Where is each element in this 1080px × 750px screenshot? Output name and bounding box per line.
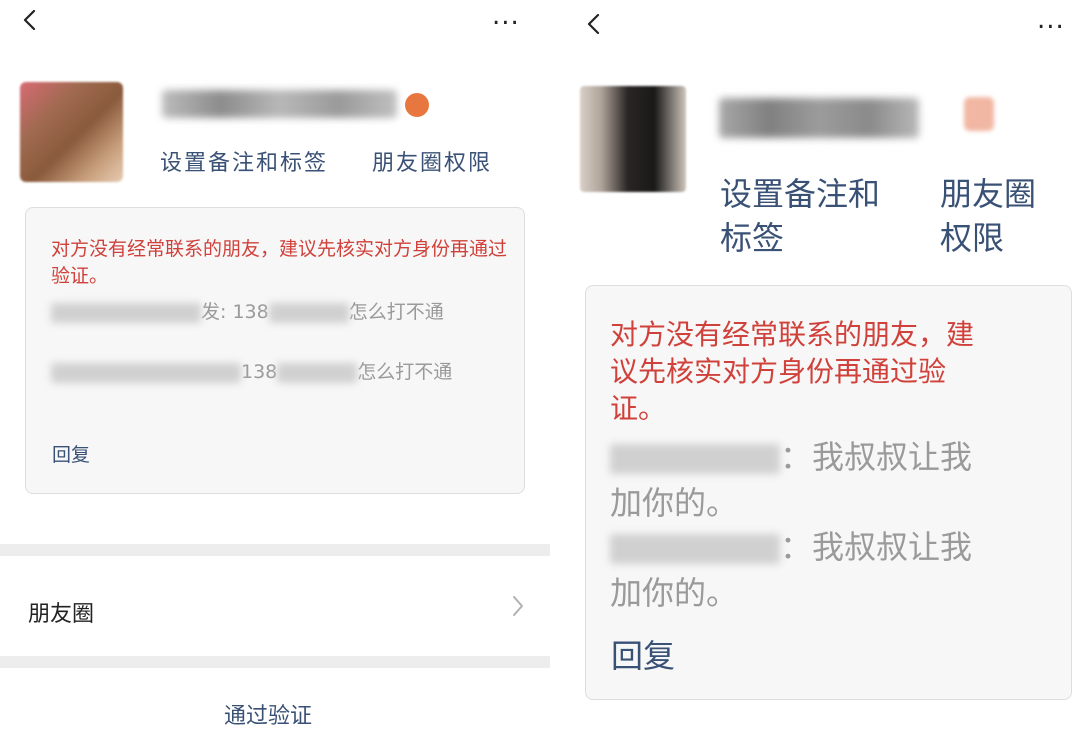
panel-gap [550,0,572,750]
blurred-phone [268,302,349,323]
set-remark-line: 设置备注和 [720,175,881,213]
blurred-nickname [162,90,397,118]
reply-link[interactable]: 回复 [611,631,675,677]
set-remark-link[interactable]: 设置备注和标签 [160,145,328,177]
message-text: ：我叔叔让我 [780,438,973,476]
verification-card: 对方没有经常联系的朋友，建议先核实对方身份再通过验证。 发: 138 怎么打不通 … [25,207,525,494]
moments-permission-link[interactable]: 朋友圈权限 [372,145,492,177]
message-text: ：我叔叔让我 [780,528,973,566]
reply-link[interactable]: 回复 [52,440,90,467]
moments-permission-line: 权限 [940,219,1005,257]
pass-verification-label: 通过验证 [224,704,313,729]
moments-permission-link[interactable]: 朋友圈 权限 [940,172,1036,260]
warning-text: 对方没有经常联系的朋友，建议先核实对方身份再通过验证。 [51,238,508,287]
more-options-icon[interactable]: ... [1037,7,1065,33]
verification-message: ：我叔叔让我 加你的。 [610,524,972,616]
chevron-right-icon [513,596,523,616]
message-text: 怎么打不通 [348,301,444,323]
section-divider [0,656,550,668]
gender-icon [964,97,994,131]
verification-message: 发: 138 怎么打不通 [51,296,501,328]
blurred-phone [277,362,358,383]
more-options-icon[interactable]: ... [492,3,520,29]
message-phone-prefix: 138 [241,361,278,383]
set-remark-link[interactable]: 设置备注和 标签 [720,172,880,260]
verification-message: ：我叔叔让我 加你的。 [610,434,972,526]
blurred-sender [51,362,241,383]
section-divider [0,544,550,556]
blurred-nickname [719,98,919,138]
warning-line: 议先核实对方身份再通过验 [610,355,947,388]
back-arrow-icon[interactable] [584,14,604,34]
verification-card: 对方没有经常联系的朋友，建 议先核实对方身份再通过验 证。 ：我叔叔让我 加你的… [585,285,1072,700]
warning-line: 证。 [610,392,667,425]
message-phone-prefix: 发: 138 [201,301,269,323]
blurred-sender [610,534,780,564]
moments-label: 朋友圈 [28,602,95,627]
gender-icon [405,93,429,117]
right-screenshot-panel: ... 设置备注和 标签 朋友圈 权限 对方没有经常联系的朋友，建 议先核实对方… [572,0,1080,750]
avatar[interactable] [20,82,123,182]
moments-permission-line: 朋友圈 [940,175,1037,213]
message-text: 加你的。 [610,484,739,522]
message-text: 加你的。 [610,574,739,612]
pass-verification-button[interactable]: 通过验证 [0,668,550,750]
message-text: 怎么打不通 [357,361,453,383]
warning-text: 对方没有经常联系的朋友，建 议先核实对方身份再通过验 证。 [610,316,974,427]
blurred-sender [610,444,780,474]
verification-message: 138 怎么打不通 [51,356,501,388]
left-screenshot-panel: ... 设置备注和标签 朋友圈权限 对方没有经常联系的朋友，建议先核实对方身份再… [0,0,550,750]
warning-line: 对方没有经常联系的朋友，建 [610,318,975,351]
blurred-sender [51,302,201,323]
moments-row[interactable]: 朋友圈 [0,562,550,650]
back-arrow-icon[interactable] [20,10,40,30]
set-remark-line: 标签 [720,219,785,257]
avatar[interactable] [580,86,686,192]
